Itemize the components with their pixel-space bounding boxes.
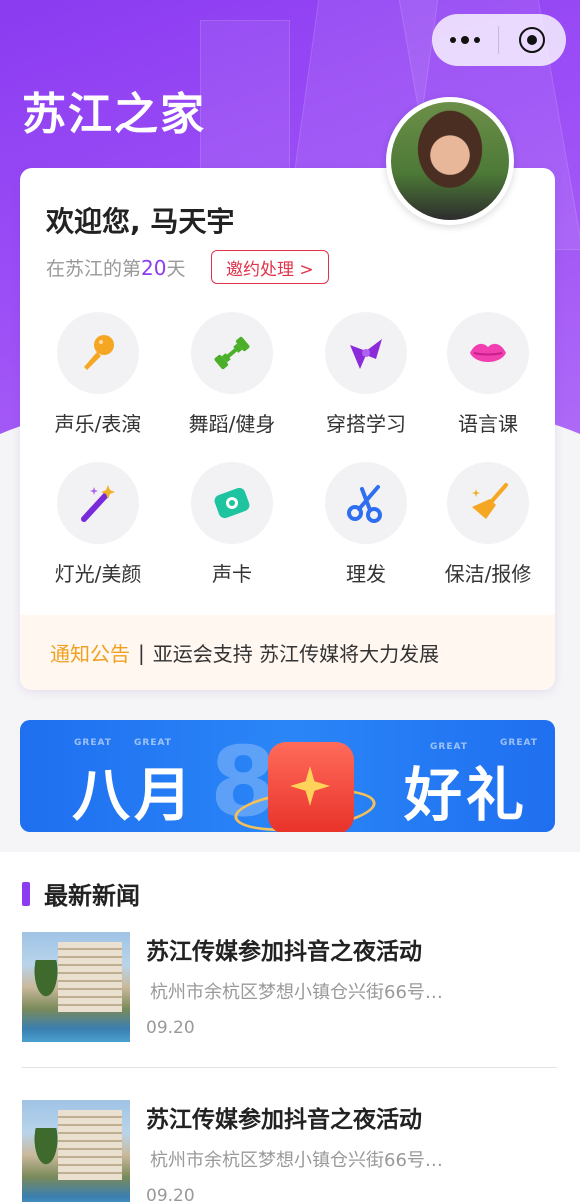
banner-deco-text: GREAT [134, 738, 172, 748]
service-haircut[interactable]: 理发 [299, 462, 433, 587]
scissors-icon [325, 462, 407, 544]
promo-banner[interactable]: GREAT GREAT GREAT GREAT 88 八月 好礼 [20, 720, 555, 832]
days-prefix: 在苏江的第 [46, 258, 142, 280]
news-divider [22, 1067, 557, 1068]
news-title: 苏江传媒参加抖音之夜活动 [146, 939, 422, 965]
news-section: 最新新闻 苏江传媒参加抖音之夜活动 杭州市余杭区梦想小镇仓兴街66号… 09.2… [0, 852, 580, 1202]
service-label: 舞蹈/健身 [188, 412, 276, 436]
news-address: 杭州市余杭区梦想小镇仓兴街66号… [150, 982, 443, 1003]
avatar[interactable] [386, 97, 514, 225]
service-vocal[interactable]: 声乐/表演 [31, 312, 165, 437]
invite-button[interactable]: 邀约处理 > [211, 250, 329, 284]
section-title: 最新新闻 [44, 882, 140, 910]
notice-text: 亚运会支持 苏江传媒将大力发展 [152, 642, 440, 666]
days-counter: 在苏江的第 20 天 [46, 254, 185, 281]
service-label: 灯光/美颜 [54, 562, 142, 586]
news-title: 苏江传媒参加抖音之夜活动 [146, 1107, 422, 1133]
dumbbell-icon [191, 312, 273, 394]
broom-icon [447, 462, 529, 544]
news-thumbnail [22, 932, 130, 1042]
news-item[interactable]: 苏江传媒参加抖音之夜活动 杭州市余杭区梦想小镇仓兴街66号… 09.20 [22, 1100, 557, 1202]
service-label: 穿搭学习 [326, 412, 406, 436]
section-header: 最新新闻 [22, 876, 140, 911]
service-label: 声乐/表演 [54, 412, 142, 436]
notice-separator: | [138, 640, 145, 665]
sound-card-icon [191, 462, 273, 544]
app-title: 苏江之家 [22, 89, 206, 140]
miniprogram-capsule [432, 14, 566, 66]
service-dance[interactable]: 舞蹈/健身 [165, 312, 299, 437]
avatar-image [391, 102, 509, 220]
news-item[interactable]: 苏江传媒参加抖音之夜活动 杭州市余杭区梦想小镇仓兴街66号… 09.20 [22, 932, 557, 1042]
microphone-icon [57, 312, 139, 394]
notice-bar[interactable]: 通知公告 | 亚运会支持 苏江传媒将大力发展 [20, 615, 555, 690]
days-suffix: 天 [166, 258, 186, 280]
section-marker [22, 881, 30, 906]
profile-card: 欢迎您, 马天宇 在苏江的第 20 天 邀约处理 > 声乐/表演 舞蹈/健身 穿… [20, 168, 555, 690]
more-dots-icon[interactable] [432, 35, 498, 44]
service-label: 理发 [346, 562, 386, 586]
service-style[interactable]: 穿搭学习 [299, 312, 433, 437]
banner-deco-text: GREAT [500, 738, 538, 748]
service-label: 声卡 [212, 562, 252, 586]
news-date: 09.20 [146, 1018, 195, 1038]
bow-icon [325, 312, 407, 394]
service-language[interactable]: 语言课 [421, 312, 555, 437]
news-thumbnail [22, 1100, 130, 1202]
target-circle-icon[interactable] [499, 27, 565, 53]
service-cleaning[interactable]: 保洁/报修 [421, 462, 555, 587]
news-address: 杭州市余杭区梦想小镇仓兴街66号… [150, 1150, 443, 1171]
notice-tag: 通知公告 [50, 642, 130, 666]
service-label: 语言课 [458, 412, 518, 436]
service-lighting[interactable]: 灯光/美颜 [31, 462, 165, 587]
service-label: 保洁/报修 [444, 562, 532, 586]
magic-wand-icon [57, 462, 139, 544]
banner-deco-text: GREAT [74, 738, 112, 748]
banner-left-text: 八月 [72, 761, 197, 829]
greeting-text: 欢迎您, 马天宇 [46, 205, 235, 238]
news-date: 09.20 [146, 1186, 195, 1202]
days-count: 20 [141, 255, 167, 280]
service-soundcard[interactable]: 声卡 [165, 462, 299, 587]
lips-icon [447, 312, 529, 394]
banner-right-text: 好礼 [404, 761, 529, 829]
